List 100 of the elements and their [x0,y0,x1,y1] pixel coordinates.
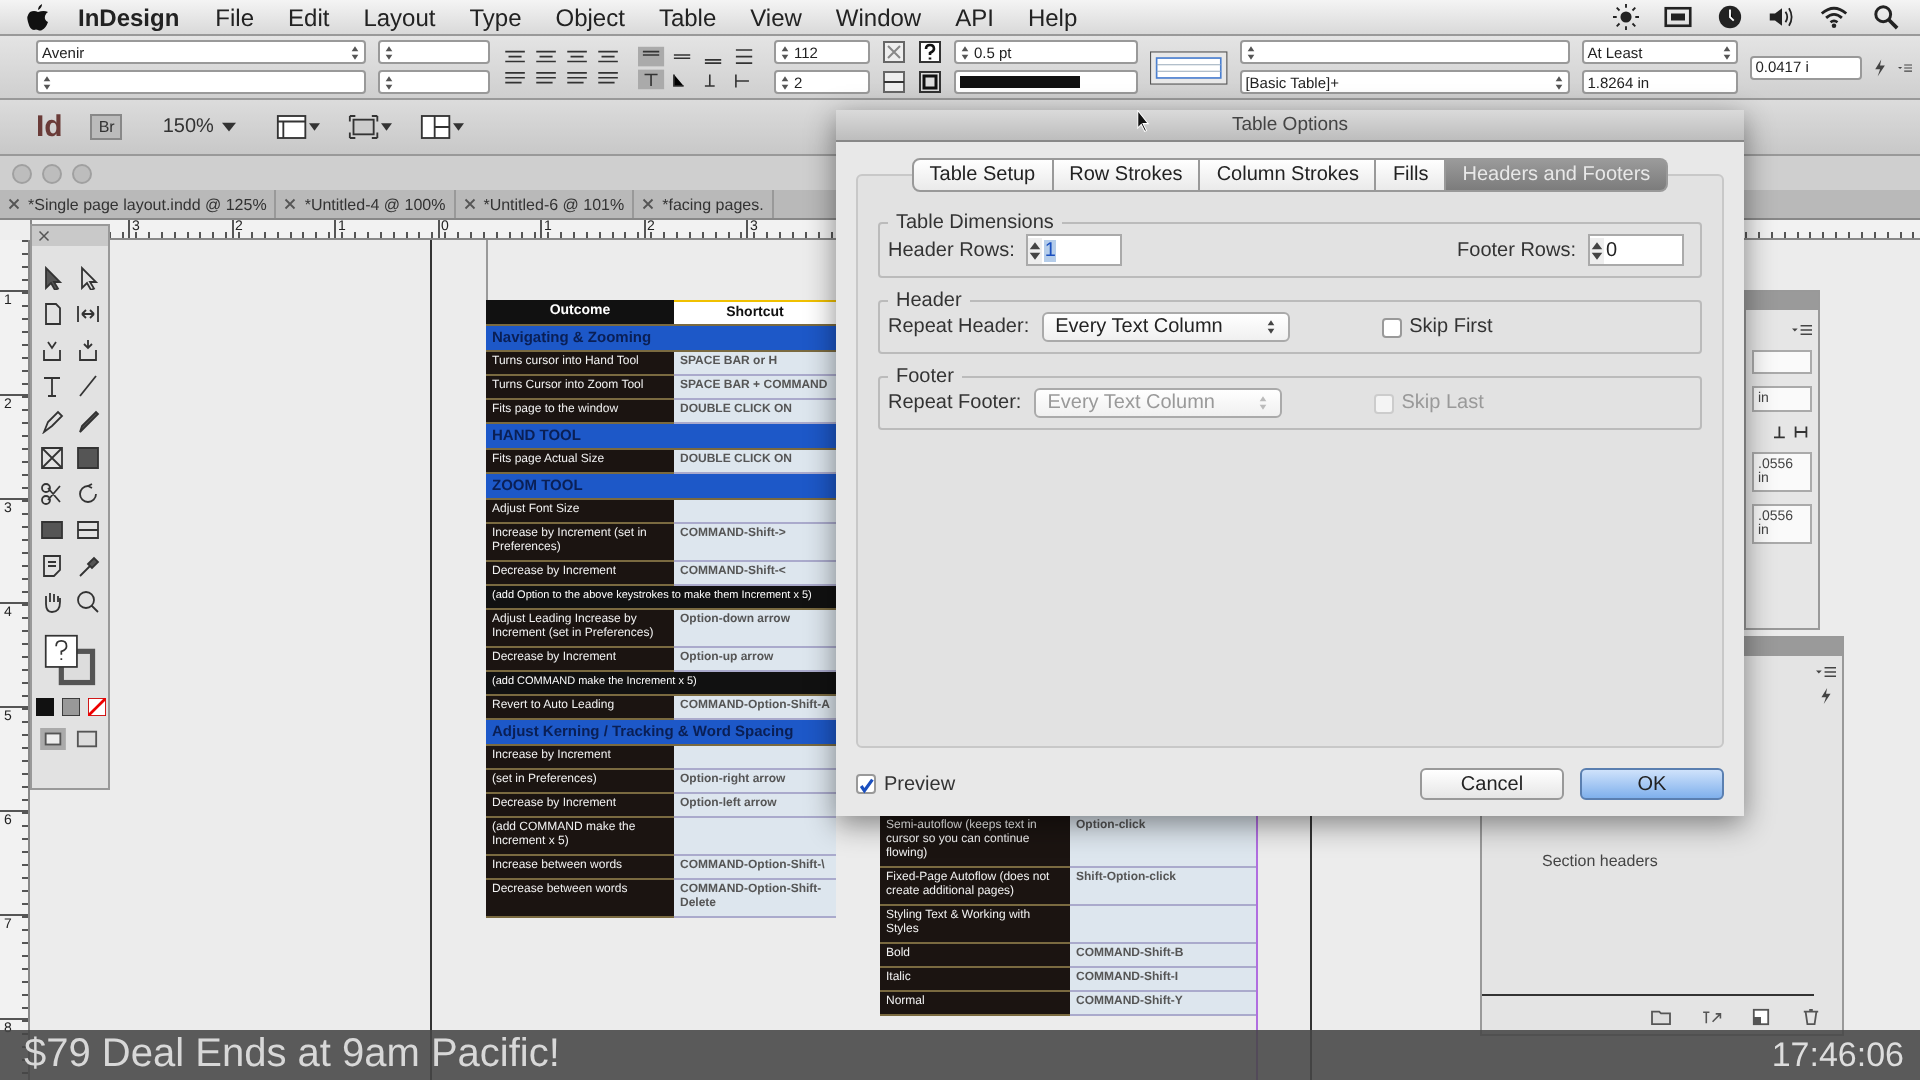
apple-logo-icon[interactable] [26,3,50,31]
merge-cells-icon[interactable] [882,40,906,64]
dialog-button[interactable]: OK [1580,768,1724,800]
preview-checkbox[interactable]: Preview [856,773,956,795]
panel-menu-icon[interactable] [1816,664,1836,680]
document-tab-title: *facing pages. [662,195,764,213]
brightness-icon[interactable] [1612,4,1640,30]
clock-icon[interactable] [1716,4,1744,30]
document-tab[interactable]: *facing pages. [634,190,774,218]
menu-item[interactable]: Help [1027,3,1078,31]
updown-arrows-icon [1257,394,1268,412]
selection-arrow-icon[interactable] [40,266,64,290]
repeat-dropdown[interactable]: Every Text Column [1041,312,1290,342]
menu-item[interactable]: API [955,3,994,31]
page-icon[interactable] [40,302,64,326]
font-size-field[interactable] [378,40,490,64]
gap-icon[interactable] [76,302,100,326]
updown-arrows-icon [384,43,394,61]
fill-stroke-icon[interactable] [44,634,96,686]
lightning-icon[interactable] [1816,688,1836,704]
updown-arrows-icon [42,73,52,91]
menu-item[interactable]: Edit [288,3,330,31]
screen-mode-icon[interactable] [347,114,392,140]
collector-icon[interactable] [40,338,64,362]
close-icon[interactable] [642,198,655,210]
document-tab[interactable]: *Single page layout.indd @ 125% [0,190,277,218]
none-swatch-icon[interactable] [87,698,105,716]
menu-item[interactable]: Window [835,3,922,31]
dialog-tab[interactable]: Column Strokes [1200,158,1377,192]
dialog-tab[interactable]: Fills [1376,158,1447,192]
cell-style-dropdown[interactable] [1239,40,1570,64]
style-list-item[interactable]: Section headers [1542,852,1814,870]
frame-icon[interactable] [40,446,64,470]
hand-icon[interactable] [40,590,64,614]
menu-item[interactable]: Type [469,3,522,31]
stroke-proxy-icon[interactable] [918,70,942,94]
stroke-type-dropdown[interactable] [954,70,1138,94]
menu-item[interactable]: File [215,3,255,31]
updown-arrows-icon [780,43,790,61]
app-logo: Id [36,110,63,144]
close-icon[interactable] [463,198,476,210]
updown-arrows-icon [1245,43,1256,61]
menu-item[interactable]: Layout [363,3,436,31]
split-cells-icon[interactable] [882,70,906,94]
folder-icon[interactable] [1650,1008,1672,1026]
close-icon[interactable] [38,230,50,242]
rotate-icon[interactable] [76,482,100,506]
gradient-swatch-icon[interactable] [61,698,79,716]
trash-icon[interactable] [1800,1008,1822,1026]
scissors-icon[interactable] [40,482,64,506]
view-options-icon[interactable] [275,114,320,140]
rectangle-icon[interactable] [76,446,100,470]
font-style-dropdown[interactable] [36,70,366,94]
align-bottom-icon[interactable] [1774,424,1810,440]
line-icon[interactable] [76,374,100,398]
app-menu[interactable]: InDesign [78,3,180,31]
eyedropper-icon[interactable] [76,554,100,578]
header-rows-field[interactable]: 1 [1026,234,1123,266]
panel-menu-icon[interactable] [1792,322,1812,338]
normal-view-icon[interactable] [40,728,66,750]
question-mark-icon[interactable] [918,40,942,64]
menu-item[interactable]: Object [555,3,625,31]
pen-icon[interactable] [40,410,64,434]
dialog-tab[interactable]: Table Setup [911,158,1054,192]
cell-inset-field[interactable] [1752,350,1812,374]
menu-item[interactable]: Table [658,3,717,31]
stepper-icon[interactable] [1028,237,1043,263]
wifi-icon[interactable] [1820,4,1848,30]
zoom-icon[interactable] [76,590,100,614]
stepper-icon[interactable] [1590,237,1604,263]
dialog-tab[interactable]: Row Strokes [1053,158,1201,192]
bridge-button[interactable]: Br [90,114,123,140]
note-icon[interactable] [40,554,64,578]
new-style-icon[interactable] [1750,1008,1772,1026]
group-title: Header [894,290,964,312]
clear-overrides-icon[interactable] [1700,1008,1722,1026]
preview-mode-icon[interactable] [74,728,100,750]
placer-icon[interactable] [76,338,100,362]
type-tool-icon[interactable] [40,374,64,398]
fill-swatch-icon[interactable] [35,698,53,716]
pencil-icon[interactable] [76,410,100,434]
direct-selection-icon[interactable] [76,266,100,290]
checkmark-icon [858,776,874,796]
updown-arrows-icon [960,43,970,61]
volume-icon[interactable] [1768,4,1796,30]
footer-rows-field[interactable]: 0 [1588,234,1684,266]
arrange-documents-icon[interactable] [419,114,464,140]
menu-item[interactable]: View [750,3,802,31]
document-tab-title: *Untitled-4 @ 100% [304,195,446,213]
document-tab[interactable]: *Untitled-4 @ 100% [276,190,456,218]
document-tab[interactable]: *Untitled-6 @ 101% [455,190,635,218]
close-icon[interactable] [284,198,297,210]
field-label: Repeat Header: [888,316,1030,338]
skip-checkbox[interactable]: Skip First [1381,316,1493,338]
search-icon[interactable] [1872,4,1900,30]
zoom-dropdown[interactable]: 150% [150,116,248,138]
leading-field[interactable] [378,70,490,94]
display-icon[interactable] [1664,4,1692,30]
dialog-button[interactable]: Cancel [1420,768,1564,800]
close-icon[interactable] [8,198,20,210]
